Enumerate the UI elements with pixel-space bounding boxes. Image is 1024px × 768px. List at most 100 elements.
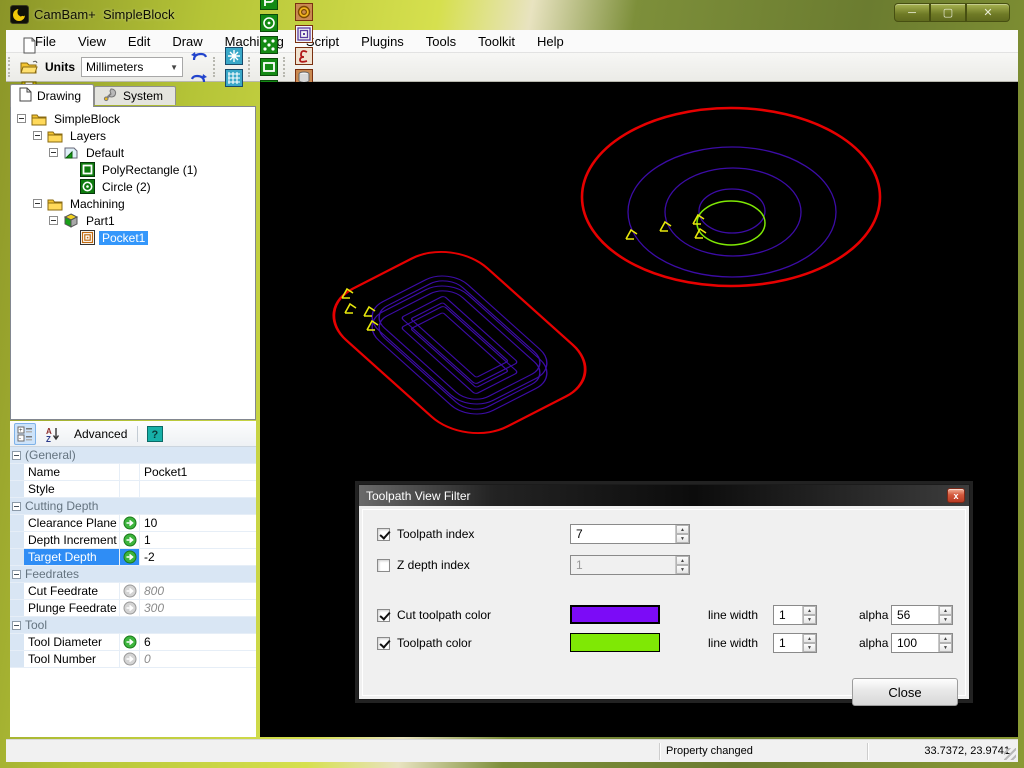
draw-polyline-icon[interactable] bbox=[258, 0, 280, 12]
tree-expander[interactable] bbox=[33, 199, 42, 208]
property-row[interactable]: Tool Diameter 6 bbox=[10, 634, 256, 651]
close-button[interactable]: ✕ bbox=[966, 3, 1010, 22]
menu-plugins[interactable]: Plugins bbox=[350, 31, 415, 52]
toolbar-grip[interactable] bbox=[283, 57, 290, 77]
dialog-close-button[interactable]: Close bbox=[852, 678, 958, 706]
menu-edit[interactable]: Edit bbox=[117, 31, 161, 52]
property-value[interactable]: -2 bbox=[140, 549, 256, 565]
new-file-icon[interactable] bbox=[18, 34, 40, 56]
tree-expander[interactable] bbox=[17, 114, 26, 123]
categorized-icon[interactable]: + - bbox=[14, 423, 36, 445]
checkbox-3[interactable] bbox=[377, 637, 390, 650]
color-swatch[interactable] bbox=[570, 605, 660, 624]
property-row[interactable]: Plunge Feedrate 300 bbox=[10, 600, 256, 617]
minimize-button[interactable]: ─ bbox=[894, 3, 930, 22]
tree-item[interactable]: Layers bbox=[11, 127, 255, 144]
menu-help[interactable]: Help bbox=[526, 31, 575, 52]
property-value[interactable] bbox=[140, 481, 256, 497]
snap-points-icon[interactable] bbox=[223, 45, 245, 67]
collapse-icon[interactable] bbox=[12, 451, 21, 460]
collapse-icon[interactable] bbox=[12, 502, 21, 511]
draw-circle-icon[interactable] bbox=[258, 12, 280, 34]
property-value[interactable]: 300 bbox=[140, 600, 256, 616]
mop-profile-icon[interactable] bbox=[293, 1, 315, 23]
units-dropdown[interactable]: Millimeters ▼ bbox=[81, 57, 183, 77]
alpha-spinner[interactable]: 100 ▲▼ bbox=[891, 633, 953, 653]
resize-grip-icon[interactable] bbox=[1004, 748, 1016, 760]
property-value[interactable]: 0 bbox=[140, 651, 256, 667]
undo-icon[interactable] bbox=[188, 45, 210, 67]
property-value[interactable]: Pocket1 bbox=[140, 464, 256, 480]
property-category[interactable]: Cutting Depth bbox=[10, 498, 256, 515]
draw-rectangle-icon[interactable] bbox=[258, 56, 280, 78]
spin-down-icon[interactable]: ▼ bbox=[939, 615, 952, 624]
spin-up-icon[interactable]: ▲ bbox=[939, 606, 952, 615]
property-row[interactable]: Depth Increment 1 bbox=[10, 532, 256, 549]
spin-down-icon[interactable]: ▼ bbox=[803, 615, 816, 624]
draw-points-icon[interactable] bbox=[258, 34, 280, 56]
toolbar-grip[interactable] bbox=[213, 57, 220, 77]
property-value[interactable]: 1 bbox=[140, 532, 256, 548]
redo-icon[interactable] bbox=[188, 67, 210, 89]
property-row[interactable]: Cut Feedrate 800 bbox=[10, 583, 256, 600]
property-row[interactable]: Clearance Plane 10 bbox=[10, 515, 256, 532]
tree-item[interactable]: Default bbox=[11, 144, 255, 161]
spin-up-icon[interactable]: ▲ bbox=[676, 525, 689, 534]
open-file-icon[interactable] bbox=[18, 56, 40, 78]
spin-down-icon[interactable]: ▼ bbox=[676, 534, 689, 543]
property-category[interactable]: Feedrates bbox=[10, 566, 256, 583]
property-category[interactable]: Tool bbox=[10, 617, 256, 634]
checkbox-1[interactable] bbox=[377, 559, 390, 572]
collapse-icon[interactable] bbox=[12, 570, 21, 579]
checkbox-0[interactable] bbox=[377, 528, 390, 541]
tree-expander[interactable] bbox=[33, 131, 42, 140]
property-value[interactable]: 10 bbox=[140, 515, 256, 531]
maximize-button[interactable]: ▢ bbox=[930, 3, 966, 22]
dialog-title-bar[interactable]: Toolpath View Filter x bbox=[359, 485, 969, 506]
menu-view[interactable]: View bbox=[67, 31, 117, 52]
tab-drawing[interactable]: Drawing bbox=[10, 84, 94, 107]
help-icon[interactable]: ? bbox=[144, 423, 166, 445]
spin-up-icon[interactable]: ▲ bbox=[939, 634, 952, 643]
property-row[interactable]: Name Pocket1 bbox=[10, 464, 256, 481]
spin-down-icon[interactable]: ▼ bbox=[803, 643, 816, 652]
tree-item[interactable]: SimpleBlock bbox=[11, 110, 255, 127]
spin-up-icon[interactable]: ▲ bbox=[803, 634, 816, 643]
property-value[interactable]: 6 bbox=[140, 634, 256, 650]
snap-grid-icon[interactable] bbox=[223, 67, 245, 89]
property-row[interactable]: Style bbox=[10, 481, 256, 498]
dialog-close-icon[interactable]: x bbox=[947, 488, 965, 503]
spin-up-icon[interactable]: ▲ bbox=[803, 606, 816, 615]
az-sort-icon[interactable]: A Z bbox=[42, 423, 64, 445]
tree-item[interactable]: PolyRectangle (1) bbox=[11, 161, 255, 178]
spin-up-icon[interactable]: ▲ bbox=[676, 556, 689, 565]
toolbar-grip[interactable] bbox=[248, 57, 255, 77]
mop-pocket-icon[interactable] bbox=[293, 23, 315, 45]
mop-engrave-icon[interactable] bbox=[293, 45, 315, 67]
line-width-spinner[interactable]: 1 ▲▼ bbox=[773, 605, 817, 625]
property-category[interactable]: (General) bbox=[10, 447, 256, 464]
color-swatch[interactable] bbox=[570, 633, 660, 652]
tree-item[interactable]: Part1 bbox=[11, 212, 255, 229]
tree-item[interactable]: Circle (2) bbox=[11, 178, 255, 195]
collapse-icon[interactable] bbox=[12, 621, 21, 630]
toolbar-grip[interactable] bbox=[8, 57, 15, 77]
menu-tools[interactable]: Tools bbox=[415, 31, 467, 52]
index-spinner[interactable]: 7 ▲▼ bbox=[570, 524, 690, 544]
spin-down-icon[interactable]: ▼ bbox=[676, 565, 689, 574]
tree-item[interactable]: Pocket1 bbox=[11, 229, 255, 246]
property-row[interactable]: Target Depth -2 bbox=[10, 549, 256, 566]
line-width-spinner[interactable]: 1 ▲▼ bbox=[773, 633, 817, 653]
tree-item[interactable]: Machining bbox=[11, 195, 255, 212]
checkbox-2[interactable] bbox=[377, 609, 390, 622]
property-row[interactable]: Tool Number 0 bbox=[10, 651, 256, 668]
tree-expander[interactable] bbox=[49, 216, 58, 225]
tab-system[interactable]: System bbox=[94, 86, 176, 105]
advanced-button[interactable]: Advanced bbox=[70, 425, 131, 443]
menu-toolkit[interactable]: Toolkit bbox=[467, 31, 526, 52]
tree-expander[interactable] bbox=[49, 148, 58, 157]
drawing-canvas[interactable]: Toolpath View Filter x Toolpath index 7 … bbox=[260, 82, 1018, 737]
property-value[interactable]: 800 bbox=[140, 583, 256, 599]
spin-down-icon[interactable]: ▼ bbox=[939, 643, 952, 652]
alpha-spinner[interactable]: 56 ▲▼ bbox=[891, 605, 953, 625]
